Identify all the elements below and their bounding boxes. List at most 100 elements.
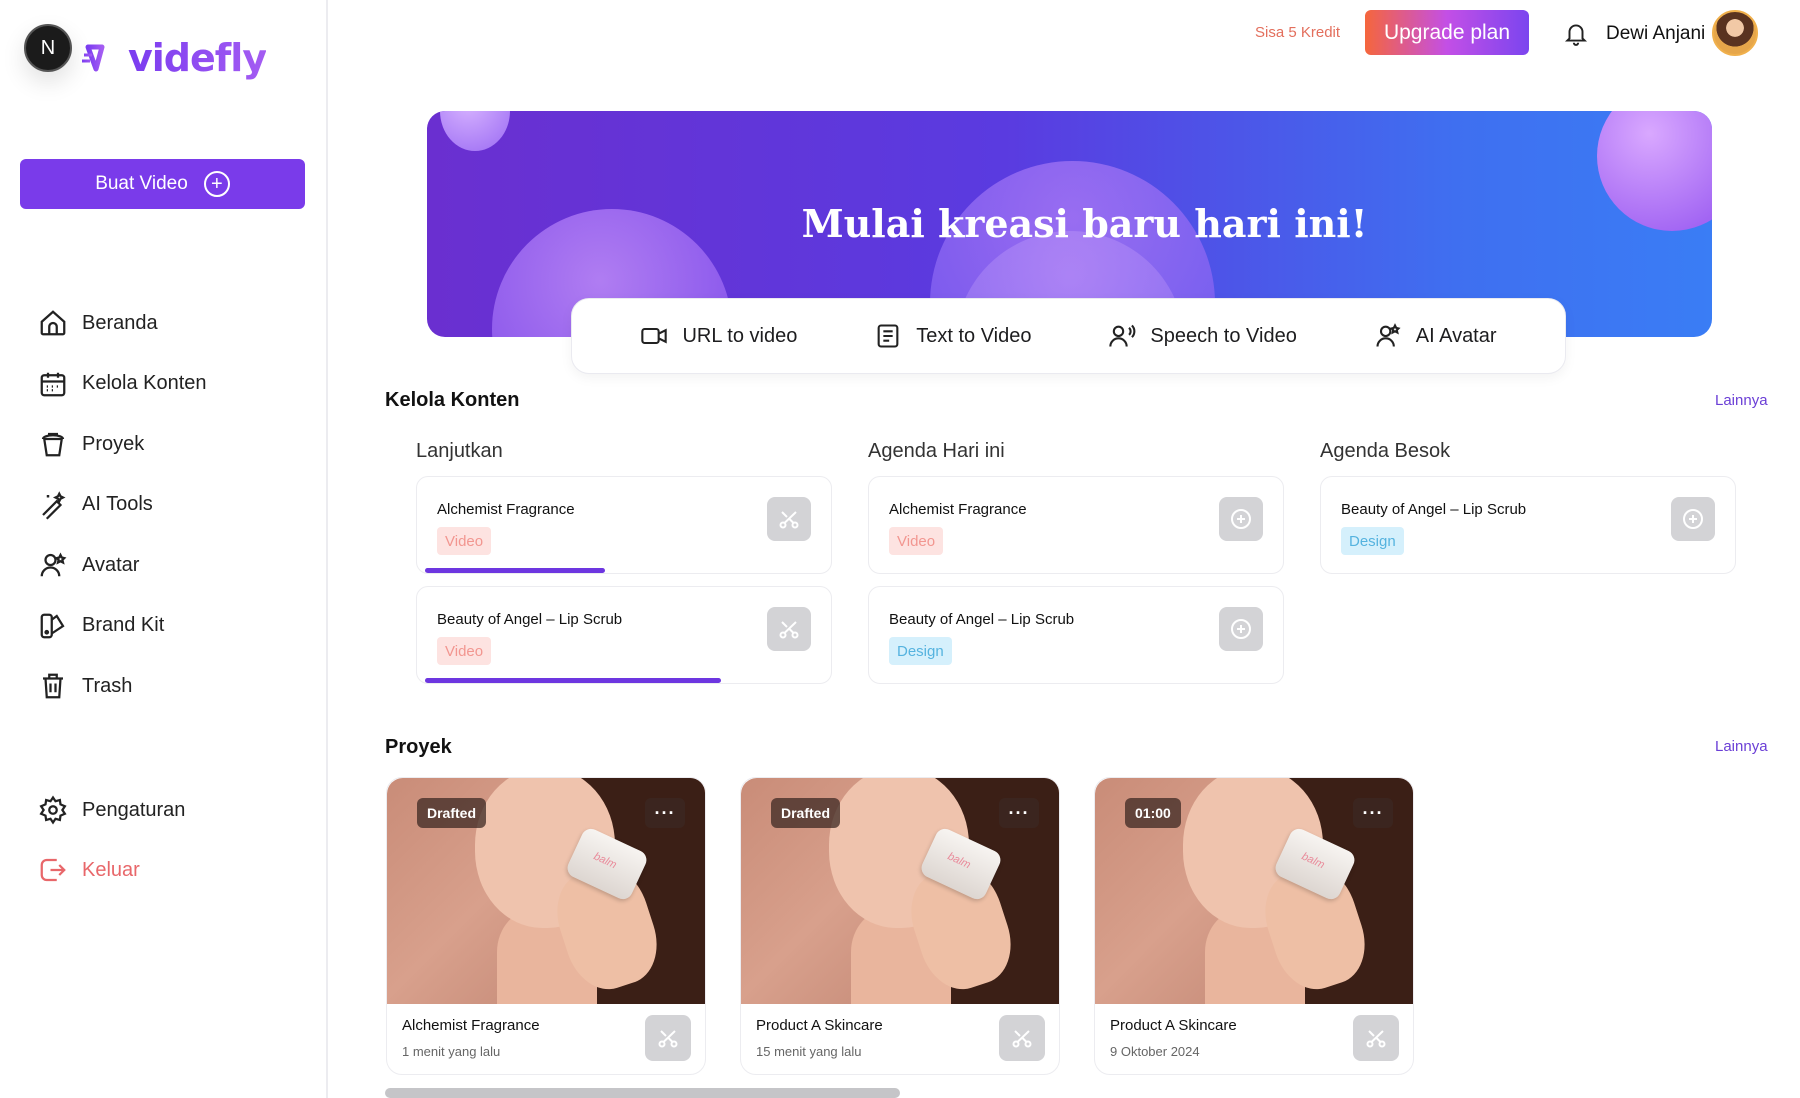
kelola-more-link[interactable]: Lainnya [1715,392,1768,409]
mode-label: AI Avatar [1415,324,1497,347]
video-duration-badge: 01:00 [1125,798,1181,828]
scissors-icon [779,621,799,639]
content-type-tag: Design [889,637,952,665]
add-content-button[interactable] [1671,497,1715,541]
content-card[interactable]: Alchemist Fragrance Video [416,476,832,574]
project-status-badge: Drafted [417,798,487,828]
scissors-icon [658,1030,678,1048]
main-nav: Beranda Kelola Konten Proyek AI Tools Av… [38,293,308,717]
document-icon [877,324,899,348]
add-content-button[interactable] [1219,607,1263,651]
plus-circle-icon [1231,619,1251,639]
more-options-button[interactable]: ··· [645,798,685,828]
project-time: 1 menit yang lalu [402,1044,501,1059]
nav-label: Brand Kit [82,614,165,637]
home-icon [40,310,66,336]
plus-circle-icon [1231,509,1251,529]
project-icon [41,433,65,457]
videfly-logo[interactable]: videfly [82,36,267,80]
scissors-icon [1366,1030,1386,1048]
nav-item-ai-tools[interactable]: AI Tools [38,475,308,536]
edit-content-button[interactable] [767,497,811,541]
nav-label: Keluar [82,858,140,881]
project-card[interactable]: balm Drafted ··· Product A Skincare 15 m… [740,777,1060,1075]
content-card-name: Beauty of Angel – Lip Scrub [1341,501,1527,518]
nav-label: Kelola Konten [82,372,207,395]
nav-label: Proyek [82,432,145,455]
project-thumbnail[interactable]: balm Drafted ··· [387,778,705,1004]
calendar-icon [40,372,66,397]
upgrade-plan-button[interactable]: Upgrade plan [1365,10,1529,55]
section-title-proyek: Proyek [385,736,452,758]
content-type-tag: Video [889,527,944,555]
project-name: Product A Skincare [756,1017,883,1034]
speech-icon [1109,324,1136,347]
plus-circle-icon: + [203,171,230,197]
agenda-card[interactable]: Beauty of Angel – Lip Scrub Design [1320,476,1736,574]
proyek-more-link[interactable]: Lainnya [1715,738,1768,755]
nav-item-brand-kit[interactable]: Brand Kit [38,596,308,657]
content-card-name: Alchemist Fragrance [437,501,575,518]
bell-icon [1564,24,1588,46]
notification-button[interactable] [1563,20,1589,46]
trash-icon [43,673,63,699]
section-title-kelola-konten: Kelola Konten [385,389,520,411]
user-name[interactable]: Dewi Anjani [1606,23,1705,45]
nav-item-trash[interactable]: Trash [38,656,308,717]
content-card-name: Beauty of Angel – Lip Scrub [437,611,623,628]
nav-item-beranda[interactable]: Beranda [38,293,308,354]
content-card-name: Alchemist Fragrance [889,501,1027,518]
mode-label: Text to Video [916,324,1032,347]
user-avatar[interactable] [1712,10,1758,56]
project-card[interactable]: balm 01:00 ··· Product A Skincare 9 Okto… [1094,777,1414,1075]
nav-item-keluar[interactable]: Keluar [38,840,308,900]
gear-icon [39,795,67,825]
edit-project-button[interactable] [645,1015,691,1061]
mode-speech-to-video[interactable]: Speech to Video [1108,322,1297,350]
scissors-icon [1012,1030,1032,1048]
nav-item-avatar[interactable]: Avatar [38,535,308,596]
project-thumbnail[interactable]: balm 01:00 ··· [1095,778,1413,1004]
edit-project-button[interactable] [999,1015,1045,1061]
nav-item-proyek[interactable]: Proyek [38,414,308,475]
mode-label: URL to video [682,324,798,347]
nav-item-kelola-konten[interactable]: Kelola Konten [38,354,308,415]
nav-label: Trash [82,674,133,697]
project-status-badge: Drafted [771,798,841,828]
plus-circle-icon [1683,509,1703,529]
video-camera-icon [641,327,668,345]
content-card[interactable]: Beauty of Angel – Lip Scrub Video [416,586,832,684]
edit-content-button[interactable] [767,607,811,651]
avatar-icon [40,552,67,577]
more-options-button[interactable]: ··· [1353,798,1393,828]
add-content-button[interactable] [1219,497,1263,541]
scissors-icon [779,511,799,529]
create-video-button[interactable]: Buat Video + [20,159,305,209]
mode-url-to-video[interactable]: URL to video [640,322,797,350]
secondary-nav: Pengaturan Keluar [38,780,308,900]
mode-ai-avatar[interactable]: AI Avatar [1374,322,1497,350]
horizontal-scrollbar[interactable] [385,1088,900,1098]
column-title-agenda-besok: Agenda Besok [1320,440,1451,462]
workspace-avatar[interactable]: N [24,24,72,72]
nav-label: Avatar [82,553,140,576]
ai-avatar-icon [1376,323,1401,347]
content-type-tag: Video [437,527,492,555]
column-title-lanjutkan: Lanjutkan [416,440,503,462]
nav-label: AI Tools [82,493,153,516]
banner-title: Mulai kreasi baru hari ini! [801,201,1368,246]
magic-wand-icon [42,490,66,520]
edit-project-button[interactable] [1353,1015,1399,1061]
jar-label: balm [945,850,973,872]
agenda-card[interactable]: Beauty of Angel – Lip Scrub Design [868,586,1284,684]
jar-label: balm [591,850,619,872]
project-card[interactable]: balm Drafted ··· Alchemist Fragrance 1 m… [386,777,706,1075]
jar-label: balm [1299,850,1327,872]
project-thumbnail[interactable]: balm Drafted ··· [741,778,1059,1004]
nav-item-pengaturan[interactable]: Pengaturan [38,780,308,840]
column-title-agenda-hari-ini: Agenda Hari ini [868,440,1005,462]
mode-text-to-video[interactable]: Text to Video [874,322,1032,350]
agenda-card[interactable]: Alchemist Fragrance Video [868,476,1284,574]
creation-mode-bar: URL to video Text to Video Speech to Vid… [571,298,1566,374]
more-options-button[interactable]: ··· [999,798,1039,828]
